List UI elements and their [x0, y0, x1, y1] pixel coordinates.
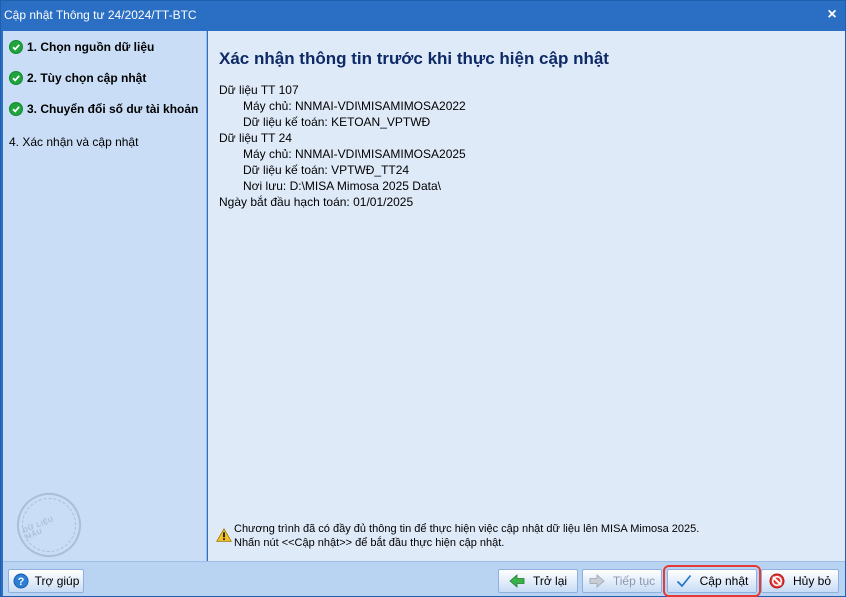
help-icon: ?: [13, 573, 29, 589]
source-database: Dữ liệu kế toán: KETOAN_VPTWĐ: [243, 115, 431, 129]
check-icon: [9, 102, 23, 116]
title-bar[interactable]: Cập nhật Thông tư 24/2024/TT-BTC ×: [1, 1, 845, 31]
page-title: Xác nhận thông tin trước khi thực hiện c…: [219, 49, 609, 68]
notice-line-1: Chương trình đã có đầy đủ thông tin để t…: [234, 523, 700, 535]
step-1: 1. Chọn nguồn dữ liệu: [9, 37, 154, 57]
main-panel: Xác nhận thông tin trước khi thực hiện c…: [208, 31, 845, 561]
step-1-label: 1. Chọn nguồn dữ liệu: [27, 40, 155, 54]
step-3-label: 3. Chuyển đổi số dư tài khoản: [27, 102, 199, 116]
update-label: Cập nhật: [699, 574, 749, 588]
checkmark-icon: [676, 573, 692, 589]
dialog-window: Cập nhật Thông tư 24/2024/TT-BTC × 1. Ch…: [0, 0, 846, 597]
close-button[interactable]: ×: [822, 5, 842, 25]
update-button[interactable]: Cập nhật: [663, 565, 761, 597]
back-button[interactable]: Trở lại: [498, 569, 578, 593]
cancel-button[interactable]: Hủy bỏ: [761, 569, 839, 593]
target-location: Nơi lưu: D:\MISA Mimosa 2025 Data\: [243, 179, 441, 193]
stamp-text: DỮ LIỆU MẪU: [13, 489, 85, 561]
target-server: Máy chủ: NNMAI-VDI\MISAMIMOSA2025: [243, 147, 466, 161]
svg-text:?: ?: [17, 576, 24, 588]
step-2-label: 2. Tùy chọn cập nhật: [27, 71, 147, 85]
cancel-icon: [769, 573, 785, 589]
help-button[interactable]: ? Trợ giúp: [8, 569, 84, 593]
source-server: Máy chủ: NNMAI-VDI\MISAMIMOSA2022: [243, 99, 466, 113]
next-arrow-icon: [589, 573, 605, 589]
step-4: 4. Xác nhận và cập nhật: [9, 132, 138, 152]
window-title: Cập nhật Thông tư 24/2024/TT-BTC: [4, 8, 197, 22]
notice-box: Chương trình đã có đầy đủ thông tin để t…: [216, 523, 836, 553]
sample-data-stamp-icon: DỮ LIỆU MẪU: [7, 483, 91, 567]
check-icon: [9, 71, 23, 85]
accounting-start-date: Ngày bắt đầu hạch toán: 01/01/2025: [219, 195, 414, 209]
step-2: 2. Tùy chọn cập nhật: [9, 68, 146, 88]
notice-line-2: Nhấn nút <<Cập nhật>> để bắt đầu thực hi…: [234, 537, 505, 549]
warning-icon: [216, 528, 232, 542]
next-button[interactable]: Tiếp tục: [582, 569, 662, 593]
footer-bar: ? Trợ giúp Trở lại Tiếp tục Cập nhật Hủy…: [3, 561, 845, 597]
help-label: Trợ giúp: [34, 574, 80, 588]
next-label: Tiếp tục: [612, 574, 656, 588]
back-arrow-icon: [509, 573, 525, 589]
step-4-label: 4. Xác nhận và cập nhật: [9, 135, 139, 149]
check-icon: [9, 40, 23, 54]
back-label: Trở lại: [532, 574, 568, 588]
target-database: Dữ liệu kế toán: VPTWĐ_TT24: [243, 163, 410, 177]
cancel-label: Hủy bỏ: [792, 574, 832, 588]
wizard-steps-sidebar: 1. Chọn nguồn dữ liệu 2. Tùy chọn cập nh…: [3, 31, 207, 567]
source-section-label: Dữ liệu TT 107: [219, 83, 299, 97]
step-3: 3. Chuyển đổi số dư tài khoản: [9, 99, 198, 119]
target-section-label: Dữ liệu TT 24: [219, 131, 292, 145]
